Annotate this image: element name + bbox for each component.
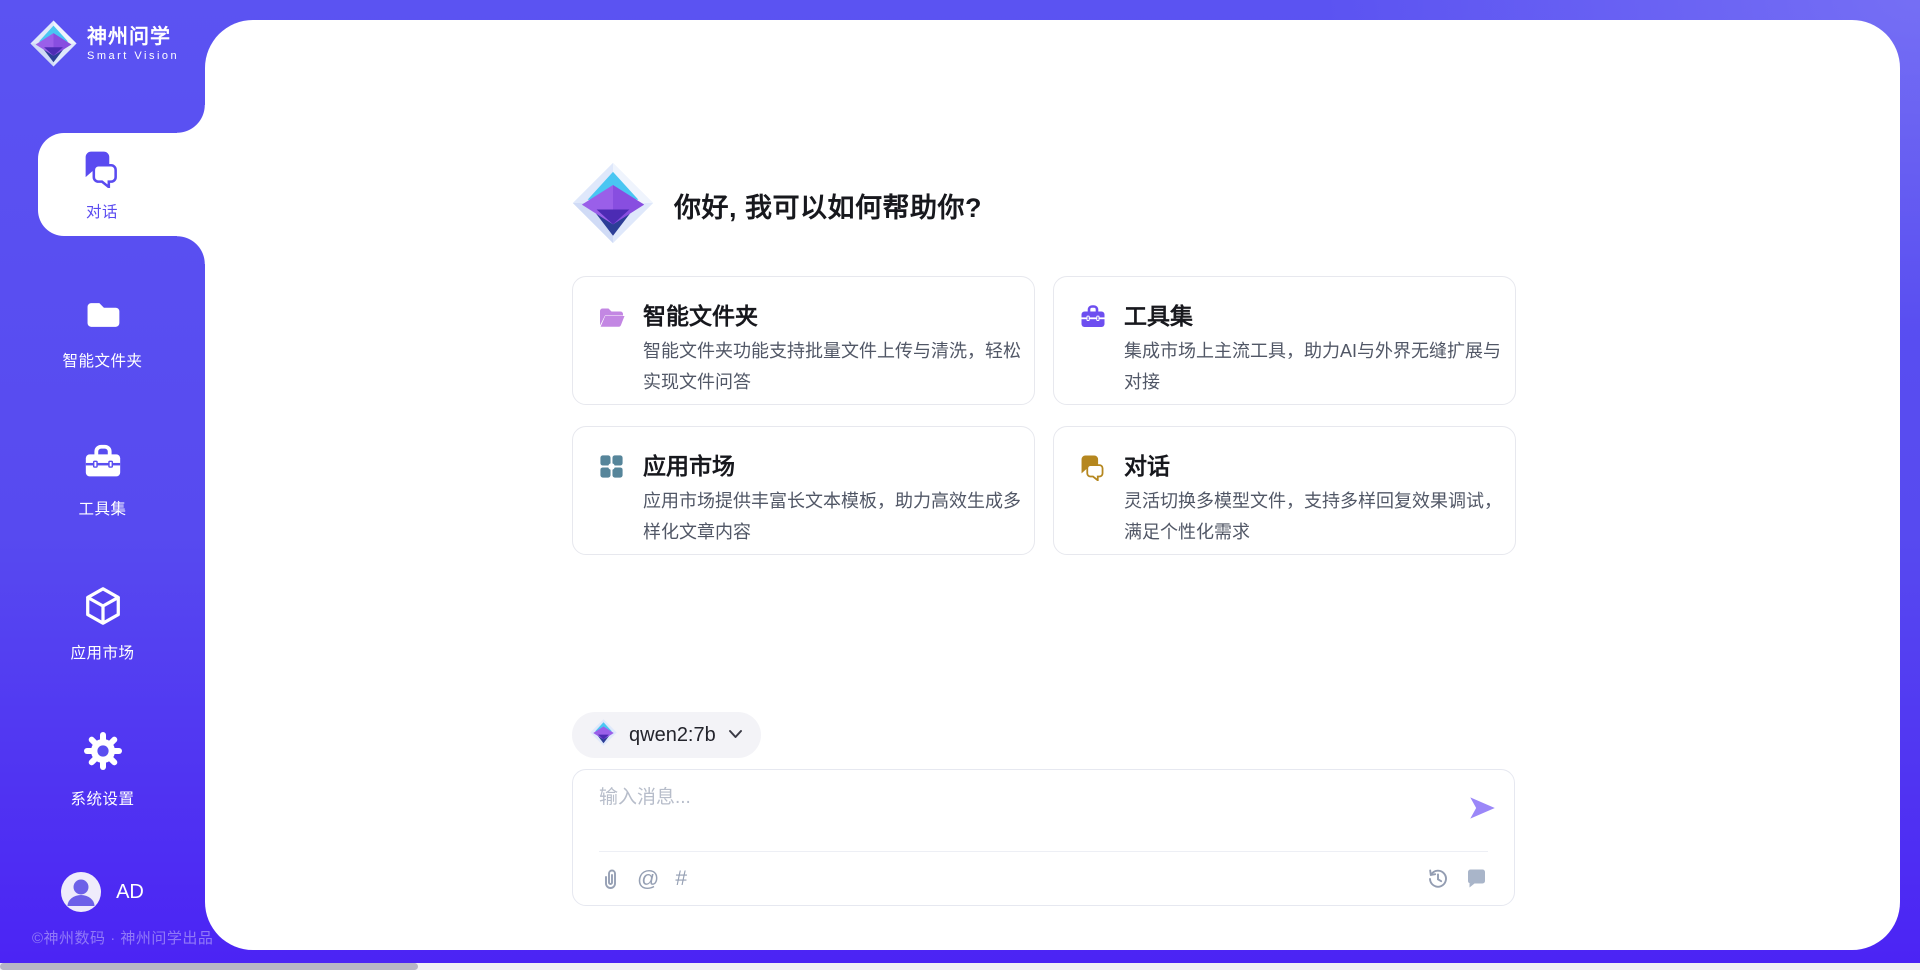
tab-fillet-top — [177, 105, 205, 133]
feature-card-smart-folder[interactable]: 智能文件夹 智能文件夹功能支持批量文件上传与清洗，轻松实现文件问答 — [572, 276, 1035, 405]
mention-icon[interactable]: @ — [637, 868, 659, 890]
composer-divider — [599, 851, 1488, 852]
sidebar-item-chat[interactable]: 对话 — [38, 133, 205, 236]
history-icon[interactable] — [1427, 868, 1449, 890]
send-icon[interactable] — [1466, 792, 1498, 824]
model-selector[interactable]: qwen2:7b — [572, 712, 761, 758]
card-description: 应用市场提供丰富长文本模板，助力高效生成多样化文章内容 — [643, 486, 1021, 548]
brand-diamond-icon — [590, 719, 617, 751]
grid-icon — [598, 453, 625, 485]
chat-bubbles-icon — [1079, 453, 1107, 486]
sidebar-item-app-market[interactable]: 应用市场 — [0, 585, 205, 663]
avatar — [61, 872, 101, 912]
card-title: 对话 — [1124, 451, 1170, 481]
model-selector-value: qwen2:7b — [629, 724, 716, 747]
message-composer: @ # — [572, 769, 1515, 906]
cube-icon — [82, 585, 124, 632]
composer-left-tools: @ # — [599, 867, 687, 891]
card-description: 灵活切换多模型文件，支持多样回复效果调试，满足个性化需求 — [1124, 486, 1502, 548]
gear-icon — [81, 729, 125, 778]
sidebar-item-label: 智能文件夹 — [62, 349, 142, 371]
composer-right-tools — [1427, 868, 1488, 890]
sidebar-item-label: 工具集 — [78, 497, 126, 519]
toolbox-icon — [82, 441, 124, 488]
composer-toolbar: @ # — [599, 862, 1488, 896]
folder-icon — [83, 295, 123, 340]
feature-card-toolset[interactable]: 工具集 集成市场上主流工具，助力AI与外界无缝扩展与对接 — [1053, 276, 1516, 405]
card-title: 工具集 — [1124, 301, 1193, 331]
feature-card-chat[interactable]: 对话 灵活切换多模型文件，支持多样回复效果调试，满足个性化需求 — [1053, 426, 1516, 555]
sidebar: 神州问学 Smart Vision 对话 — [0, 0, 205, 970]
sidebar-item-label: 对话 — [86, 200, 118, 222]
greeting-block: 你好, 我可以如何帮助你? — [572, 162, 982, 249]
user-initials: AD — [116, 881, 144, 904]
horizontal-scrollbar-thumb[interactable] — [0, 963, 418, 970]
brand-name: 神州问学 — [87, 25, 179, 49]
main-content: 你好, 我可以如何帮助你? 智能文件夹 智能文件夹功能支持批量文件上传与清洗，轻… — [205, 20, 1900, 950]
card-description: 智能文件夹功能支持批量文件上传与清洗，轻松实现文件问答 — [643, 336, 1021, 398]
brand-logo: 神州问学 Smart Vision — [30, 20, 179, 67]
brand-diamond-icon — [572, 162, 654, 249]
user-profile[interactable]: AD — [0, 872, 205, 912]
message-icon[interactable] — [1465, 868, 1488, 890]
card-title: 应用市场 — [643, 451, 735, 481]
chat-bubbles-icon — [82, 148, 122, 193]
brand-subtitle: Smart Vision — [87, 49, 179, 63]
greeting-title: 你好, 我可以如何帮助你? — [674, 186, 982, 225]
app-window: 神州问学 Smart Vision 对话 — [0, 0, 1920, 970]
message-input[interactable] — [599, 784, 1439, 846]
sidebar-item-toolset[interactable]: 工具集 — [0, 441, 205, 519]
chevron-down-icon — [728, 726, 743, 744]
card-description: 集成市场上主流工具，助力AI与外界无缝扩展与对接 — [1124, 336, 1502, 398]
card-title: 智能文件夹 — [643, 301, 758, 331]
hashtag-icon[interactable]: # — [675, 868, 687, 890]
folder-open-icon — [598, 303, 626, 336]
footer-copyright: ©神州数码 · 神州问学出品 — [32, 927, 213, 948]
briefcase-icon — [1079, 303, 1107, 336]
brand-diamond-icon — [30, 20, 77, 67]
attachment-icon[interactable] — [599, 867, 621, 891]
sidebar-item-settings[interactable]: 系统设置 — [0, 729, 205, 809]
tab-fillet-bottom — [177, 236, 205, 264]
horizontal-scrollbar[interactable] — [0, 963, 1920, 970]
sidebar-item-label: 应用市场 — [70, 641, 134, 663]
person-icon — [61, 872, 101, 912]
sidebar-item-label: 系统设置 — [70, 787, 134, 809]
feature-card-app-market[interactable]: 应用市场 应用市场提供丰富长文本模板，助力高效生成多样化文章内容 — [572, 426, 1035, 555]
sidebar-item-smart-folder[interactable]: 智能文件夹 — [0, 295, 205, 371]
